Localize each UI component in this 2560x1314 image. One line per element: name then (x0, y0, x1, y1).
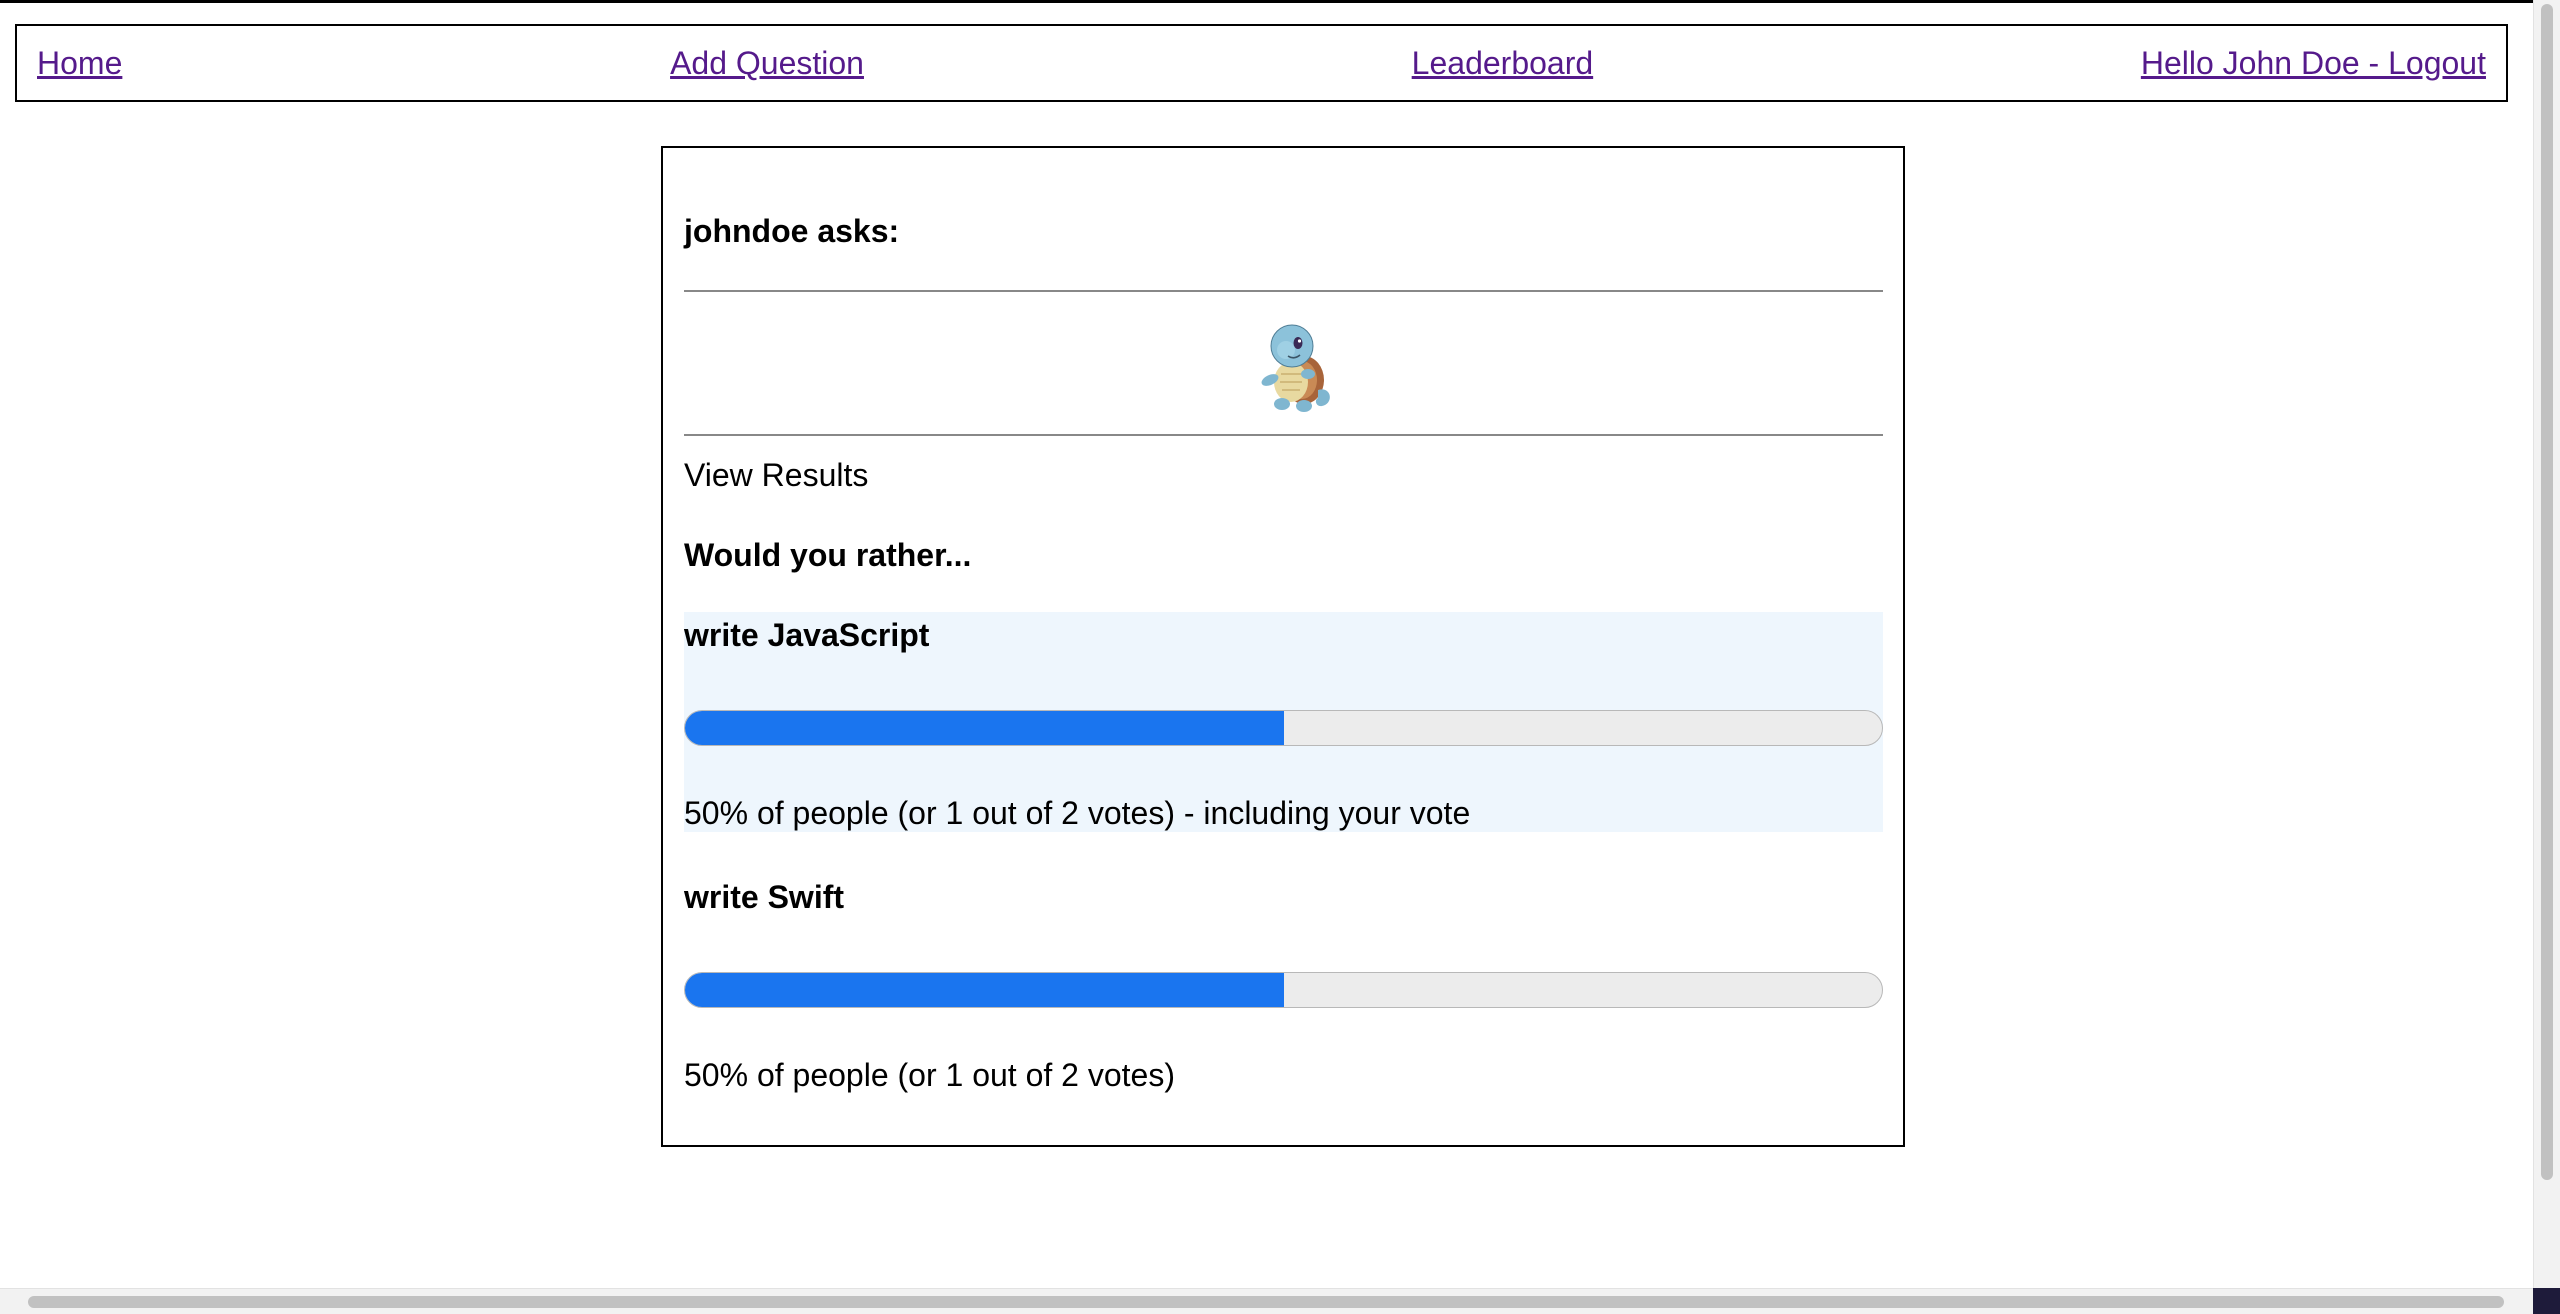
nav-link-logout[interactable]: Hello John Doe - Logout (2141, 45, 2486, 82)
squirtle-avatar-icon (1261, 324, 1330, 412)
asker-heading: johndoe asks: (684, 213, 900, 249)
nav-link-add-question[interactable]: Add Question (670, 45, 864, 82)
top-nav: Home Add Question Leaderboard Hello John… (15, 24, 2508, 102)
question-prompt: Would you rather... (684, 537, 972, 573)
divider-top (684, 290, 1883, 292)
question-card: johndoe asks: View Results Would you rat… (661, 146, 1905, 1147)
divider-bottom (684, 434, 1883, 436)
option-stats: 50% of people (or 1 out of 2 votes) - in… (684, 795, 1471, 831)
option-text: write Swift (684, 879, 845, 915)
progress-bar (684, 972, 1883, 1008)
option-card: write Swift 50% of people (or 1 out of 2… (684, 874, 1883, 1094)
vertical-scrollbar[interactable] (2533, 0, 2560, 1290)
progress-bar-fill (685, 973, 1284, 1007)
horizontal-scrollbar-thumb[interactable] (28, 1296, 2504, 1308)
nav-link-leaderboard[interactable]: Leaderboard (1412, 45, 1593, 82)
horizontal-scrollbar[interactable] (0, 1288, 2533, 1314)
option-text: write JavaScript (684, 617, 930, 653)
vertical-scrollbar-thumb[interactable] (2541, 4, 2553, 1180)
progress-bar-fill (685, 711, 1284, 745)
option-stats: 50% of people (or 1 out of 2 votes) (684, 1057, 1175, 1093)
scrollbar-corner (2533, 1288, 2560, 1314)
window-top-edge (0, 0, 2560, 3)
avatar (1236, 314, 1336, 414)
nav-link-home[interactable]: Home (37, 45, 122, 82)
view-results-label: View Results (684, 457, 869, 493)
option-card-voted: write JavaScript 50% of people (or 1 out… (684, 612, 1883, 832)
progress-bar (684, 710, 1883, 746)
